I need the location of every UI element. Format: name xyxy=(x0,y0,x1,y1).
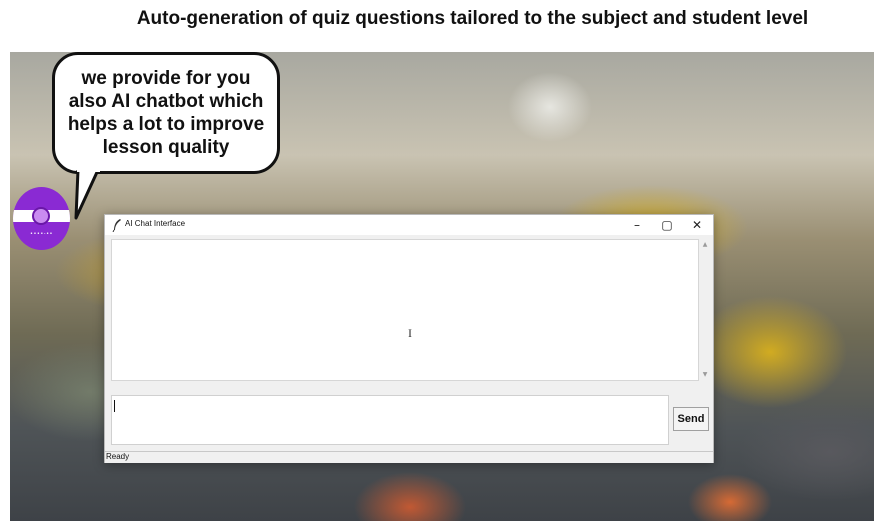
window-title: AI Chat Interface xyxy=(125,219,186,228)
scroll-up-icon[interactable]: ▲ xyxy=(701,241,709,249)
text-cursor-icon: I xyxy=(408,326,412,340)
input-caret xyxy=(114,400,115,412)
close-button[interactable]: ✕ xyxy=(682,215,712,235)
feather-icon xyxy=(112,219,121,232)
speech-bubble-text: we provide for you also AI chatbot which… xyxy=(67,68,265,158)
chat-window: AI Chat Interface – ▢ ✕ I ▲ ▼ Send Ready xyxy=(104,214,714,463)
logo-dot xyxy=(32,207,50,225)
speech-bubble-tail xyxy=(74,170,100,220)
slide-title: Auto-generation of quiz questions tailor… xyxy=(136,8,809,29)
scroll-down-icon[interactable]: ▼ xyxy=(701,371,709,379)
chat-scrollbar[interactable]: ▲ ▼ xyxy=(699,239,711,381)
send-button[interactable]: Send xyxy=(673,407,709,431)
logo-text: ••••-•• xyxy=(30,231,53,237)
logo: ••••-•• xyxy=(13,187,70,250)
chat-history[interactable]: I xyxy=(111,239,699,381)
status-bar: Ready xyxy=(105,451,713,463)
status-text: Ready xyxy=(106,452,130,461)
maximize-button[interactable]: ▢ xyxy=(652,215,682,235)
minimize-button[interactable]: – xyxy=(622,215,652,235)
window-titlebar[interactable]: AI Chat Interface – ▢ ✕ xyxy=(105,215,713,235)
message-input[interactable] xyxy=(111,395,669,445)
speech-bubble: we provide for you also AI chatbot which… xyxy=(52,52,280,174)
